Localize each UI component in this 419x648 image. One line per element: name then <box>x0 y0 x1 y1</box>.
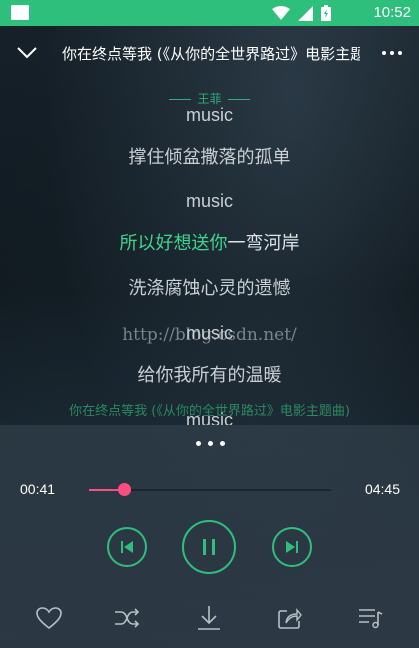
page-dot <box>207 440 213 446</box>
shuffle-icon <box>115 608 140 628</box>
share-button[interactable] <box>276 604 304 632</box>
lyric-line: music <box>185 323 233 343</box>
more-button[interactable] <box>377 40 407 66</box>
more-horizontal-icon <box>382 51 402 55</box>
skip-next-icon <box>286 541 298 553</box>
chevron-down-icon <box>17 47 37 59</box>
divider <box>227 98 250 100</box>
next-button[interactable] <box>272 527 312 567</box>
lyric-line: music <box>185 105 233 125</box>
page-dot <box>219 440 225 446</box>
lyric-line: 给你我所有的温暖 <box>137 365 282 386</box>
lyric-line: 洗涤腐蚀心灵的遗憾 <box>128 278 291 299</box>
download-icon <box>198 606 220 630</box>
battery-icon <box>321 5 331 21</box>
collapse-button[interactable] <box>12 38 42 68</box>
notification-icon <box>11 5 29 20</box>
pause-icon <box>203 539 215 555</box>
lyrics-panel[interactable]: 王菲 music 撑住倾盆撒落的孤单 music 所以好想送你一弯河岸 洗涤腐蚀… <box>0 80 419 425</box>
divider <box>169 98 192 100</box>
signal-icon <box>298 5 313 21</box>
share-icon <box>278 608 302 629</box>
heart-icon <box>36 607 62 629</box>
playlist-button[interactable] <box>357 604 385 632</box>
player-header: 你在终点等我 (《从你的全世界路过》电影主题曲) <box>0 26 419 80</box>
current-time: 00:41 <box>20 481 56 497</box>
sung-text: 所以好想送你 <box>119 233 228 254</box>
skip-previous-icon <box>121 541 133 553</box>
unsung-text: 一弯河岸 <box>227 233 300 254</box>
action-bar <box>0 600 419 634</box>
progress-thumb[interactable] <box>118 483 132 496</box>
current-lyric-line: 所以好想送你一弯河岸 <box>0 231 419 257</box>
like-button[interactable] <box>35 604 63 632</box>
song-caption: 你在终点等我 (《从你的全世界路过》电影主题曲) <box>69 404 350 419</box>
status-bar: 10:52 <box>0 0 419 26</box>
shuffle-button[interactable] <box>113 604 141 632</box>
lyric-line: 撑住倾盆撒落的孤单 <box>128 147 291 168</box>
download-button[interactable] <box>195 604 223 632</box>
control-panel: 00:41 04:45 <box>0 425 419 648</box>
lyric-line: music <box>185 191 233 211</box>
status-time: 10:52 <box>373 4 411 21</box>
song-title: 你在终点等我 (《从你的全世界路过》电影主题曲) <box>62 45 360 63</box>
status-icons <box>272 5 331 21</box>
playlist-icon <box>359 609 383 629</box>
pause-button[interactable] <box>182 520 236 574</box>
page-dot <box>195 440 201 446</box>
page-indicator[interactable] <box>190 437 230 449</box>
wifi-icon <box>272 6 290 20</box>
previous-button[interactable] <box>107 527 147 567</box>
total-time: 04:45 <box>364 481 400 497</box>
